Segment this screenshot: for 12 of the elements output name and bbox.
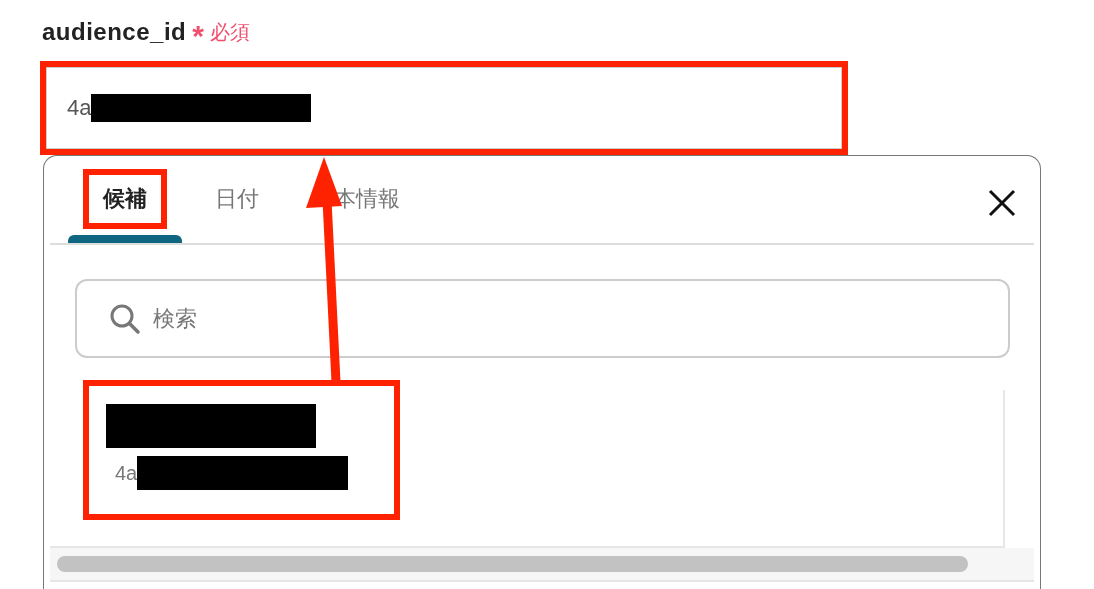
input-field[interactable]: 4a [46, 67, 842, 149]
required-label: 必須 [209, 19, 250, 45]
scrollbar-thumb[interactable] [57, 556, 968, 572]
required-mark: * [192, 21, 204, 51]
suggestion-item[interactable]: 4a [89, 386, 394, 514]
search-icon [109, 303, 141, 335]
tab[interactable]: 日付 [195, 169, 279, 229]
item-value: 4a [115, 461, 138, 485]
search-field[interactable]: 検索 [75, 279, 1010, 358]
scrollbar-track[interactable] [50, 548, 1034, 582]
field-label: audience_id [42, 18, 187, 46]
tab[interactable]: 候補 [83, 169, 167, 229]
